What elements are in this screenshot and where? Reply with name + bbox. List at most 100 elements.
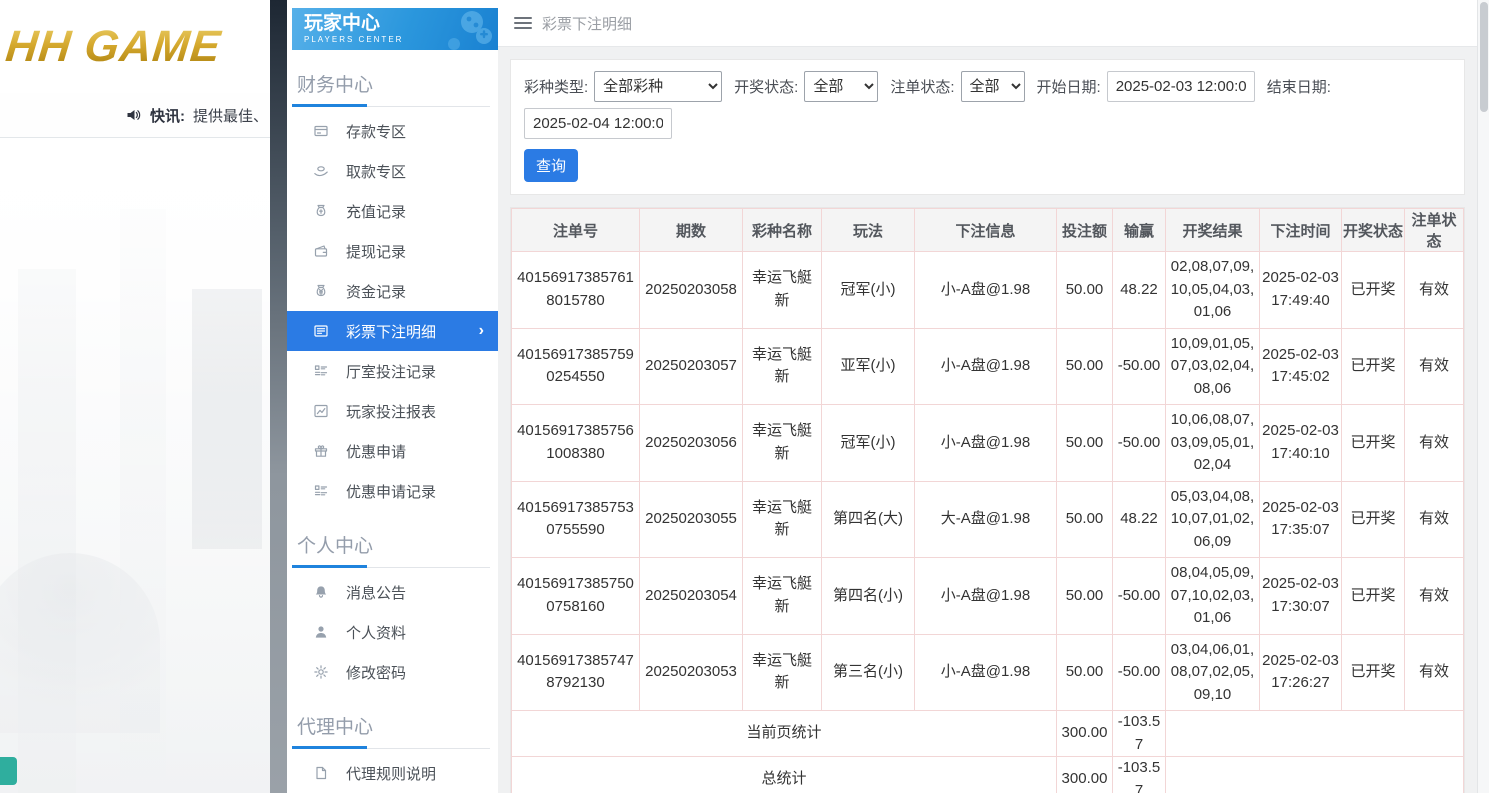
- sidebar-item-label: 提现记录: [346, 243, 407, 261]
- start-date-label: 开始日期:: [1036, 79, 1101, 96]
- sidebar-item-recharge-records[interactable]: 充值记录: [287, 191, 498, 231]
- table-cell: 10,09,01,05,07,03,02,04,08,06: [1165, 327, 1260, 405]
- table-cell: 亚军(小): [821, 327, 915, 405]
- table-cell: 2025-02-03 17:26:27: [1259, 633, 1342, 711]
- empty-cell: [1165, 756, 1464, 793]
- sidebar-item-label: 代理规则说明: [346, 765, 437, 783]
- sidebar-item-lottery-bet-details[interactable]: 彩票下注明细 ›: [287, 311, 498, 351]
- table-cell: 20250203057: [639, 327, 743, 405]
- table-row: 401569173857530755590 20250203055 幸运飞艇新 第四名…: [511, 480, 1464, 558]
- sidebar-item-change-password[interactable]: 修改密码: [287, 652, 498, 692]
- table-cell: 有效: [1404, 480, 1464, 558]
- floating-widget-tab[interactable]: [0, 757, 17, 785]
- table-cell: 小-A盘@1.98: [914, 633, 1057, 711]
- chevron-right-icon: ›: [478, 322, 484, 339]
- column-header: 下注信息: [914, 208, 1057, 252]
- table-cell: 小-A盘@1.98: [914, 404, 1057, 482]
- page-summary-bet: 300.00: [1056, 710, 1113, 757]
- gift-icon: [313, 443, 329, 459]
- column-header: 期数: [639, 208, 743, 252]
- table-cell: -50.00: [1112, 404, 1166, 482]
- gear-icon: [313, 664, 329, 680]
- table-cell: 50.00: [1056, 251, 1113, 329]
- sidebar-item-promo-apply[interactable]: 优惠申请: [287, 431, 498, 471]
- table-cell: 2025-02-03 17:40:10: [1259, 404, 1342, 482]
- table-cell: 幸运飞艇新: [742, 557, 822, 635]
- sidebar-item-funds-records[interactable]: 资金记录: [287, 271, 498, 311]
- column-header: 输赢: [1112, 208, 1166, 252]
- sidebar-item-player-bet-report[interactable]: 玩家投注报表: [287, 391, 498, 431]
- table-cell: 05,03,04,08,10,07,01,02,06,09: [1165, 480, 1260, 558]
- sidebar-item-label: 消息公告: [346, 584, 407, 602]
- table-cell: 已开奖: [1341, 557, 1405, 635]
- sidebar-section-title: 个人中心: [297, 536, 374, 557]
- sidebar-section-title: 财务中心: [297, 75, 374, 96]
- table-cell: 2025-02-03 17:49:40: [1259, 251, 1342, 329]
- photo-fade-overlay: [0, 139, 270, 793]
- sidebar-item-personal-profile[interactable]: 个人资料: [287, 612, 498, 652]
- grand-summary-row: 总统计 300.00 -103.57: [511, 756, 1464, 793]
- order-status-select[interactable]: 全部: [960, 71, 1025, 102]
- sidebar-item-label: 存款专区: [346, 123, 407, 141]
- table-cell: 有效: [1404, 557, 1464, 635]
- start-date-input[interactable]: [1106, 71, 1255, 102]
- table-cell: 08,04,05,09,07,10,02,03,01,06: [1165, 557, 1260, 635]
- table-cell: 2025-02-03 17:35:07: [1259, 480, 1342, 558]
- table-cell: 第四名(大): [821, 480, 915, 558]
- table-row: 401569173857618015780 20250203058 幸运飞艇新 冠军(…: [511, 251, 1464, 329]
- column-header: 注单号: [511, 208, 640, 252]
- section-underline: [292, 104, 490, 107]
- sidebar-item-agent-rules[interactable]: 代理规则说明: [287, 753, 498, 793]
- sidebar-item-label: 玩家投注报表: [346, 403, 437, 421]
- table-cell: -50.00: [1112, 633, 1166, 711]
- page-summary-row: 当前页统计 300.00 -103.57: [511, 710, 1464, 757]
- sidebar-item-label: 充值记录: [346, 203, 407, 221]
- sidebar-header: 玩家中心 PLAYERS CENTER: [292, 8, 498, 50]
- column-header: 下注时间: [1259, 208, 1342, 252]
- menu-toggle-icon[interactable]: [514, 17, 532, 29]
- draw-status-select[interactable]: 全部: [804, 71, 879, 102]
- scrollbar-thumb[interactable]: [1480, 2, 1488, 112]
- table-cell: 小-A盘@1.98: [914, 327, 1057, 405]
- sidebar-item-message-announcements[interactable]: 消息公告: [287, 572, 498, 612]
- table-cell: 401569173857500758160: [511, 557, 640, 635]
- sidebar-item-hall-bet-records[interactable]: 厅室投注记录: [287, 351, 498, 391]
- logo-area: HH GAME: [0, 0, 270, 93]
- sidebar-subtitle: PLAYERS CENTER: [304, 35, 404, 44]
- table-cell: 大-A盘@1.98: [914, 480, 1057, 558]
- table-cell: 小-A盘@1.98: [914, 251, 1057, 329]
- photo-dark-edge: [270, 0, 287, 793]
- person-icon: [313, 624, 329, 640]
- page-summary-label: 当前页统计: [511, 710, 1057, 757]
- table-cell: 50.00: [1056, 480, 1113, 558]
- list-grid-icon: [313, 483, 329, 499]
- sidebar-item-label: 彩票下注明细: [346, 323, 437, 341]
- money-bag-icon: [313, 203, 329, 219]
- table-cell: 20250203053: [639, 633, 743, 711]
- table-cell: 401569173857478792130: [511, 633, 640, 711]
- sidebar-item-withdraw-zone[interactable]: 取款专区: [287, 151, 498, 191]
- sidebar-item-deposit-zone[interactable]: 存款专区: [287, 111, 498, 151]
- page-scrollbar[interactable]: [1477, 0, 1489, 793]
- sidebar-item-promo-apply-records[interactable]: 优惠申请记录: [287, 471, 498, 511]
- table-cell: 幸运飞艇新: [742, 251, 822, 329]
- funds-bag-icon: [313, 283, 329, 299]
- report-chart-icon: [313, 403, 329, 419]
- empty-cell: [1165, 710, 1464, 757]
- lottery-type-label: 彩种类型:: [524, 79, 589, 96]
- table-row: 401569173857478792130 20250203053 幸运飞艇新 第三名…: [511, 633, 1464, 711]
- search-button[interactable]: 查询: [524, 149, 578, 182]
- table-cell: 50.00: [1056, 327, 1113, 405]
- sidebar-item-withdrawal-records[interactable]: 提现记录: [287, 231, 498, 271]
- sidebar-section-title: 代理中心: [297, 717, 374, 738]
- bets-table: 注单号 期数 彩种名称 玩法 下注信息 投注额 输赢 开奖结果 下注时间 开奖状态 注单状态 4015…: [511, 208, 1464, 793]
- end-date-input[interactable]: [524, 108, 672, 139]
- lottery-list-icon: [313, 323, 329, 339]
- content: 彩种类型: 全部彩种 开奖状态: 全部 注单状态: 全部 开始日期: 结束日期:…: [498, 47, 1477, 793]
- column-header: 玩法: [821, 208, 915, 252]
- order-status-label: 注单状态:: [890, 79, 955, 96]
- table-cell: 20250203054: [639, 557, 743, 635]
- sidebar-item-label: 优惠申请记录: [346, 483, 437, 501]
- lottery-type-select[interactable]: 全部彩种: [594, 71, 723, 102]
- table-cell: 有效: [1404, 251, 1464, 329]
